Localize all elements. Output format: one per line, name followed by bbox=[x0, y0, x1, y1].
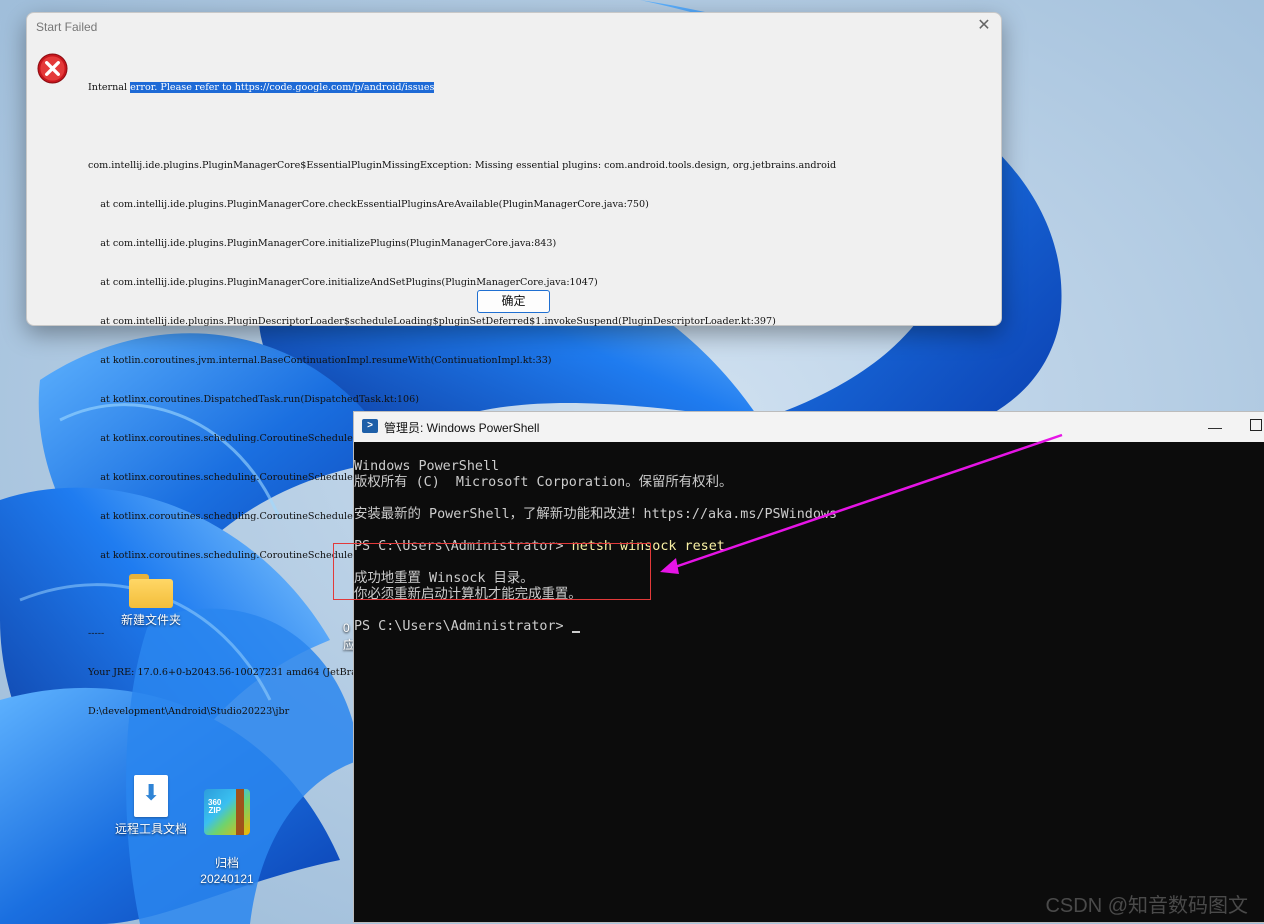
console-prompt: PS C:\Users\Administrator> bbox=[354, 539, 572, 554]
console-line: 版权所有 (C) Microsoft Corporation。保留所有权利。 bbox=[354, 475, 733, 490]
console-line: 安装最新的 PowerShell，了解新功能和改进！https://aka.ms… bbox=[354, 507, 838, 522]
stack-line: at com.intellij.ide.plugins.PluginManage… bbox=[88, 199, 649, 210]
console-command: netsh winsock reset bbox=[571, 539, 725, 554]
powershell-icon: > bbox=[362, 419, 378, 433]
error-icon bbox=[37, 53, 68, 84]
download-document-icon: ⬇ bbox=[134, 775, 168, 817]
start-failed-dialog: Start Failed ✕ Internal error. Please re… bbox=[26, 12, 1002, 717]
console-line: 成功地重置 Winsock 目录。 bbox=[354, 571, 534, 586]
window-title: 管理员: Windows PowerShell bbox=[384, 421, 540, 435]
stack-line: at com.intellij.ide.plugins.PluginDescri… bbox=[88, 316, 776, 327]
console-output[interactable]: Windows PowerShell 版权所有 (C) Microsoft Cor… bbox=[354, 443, 1264, 921]
console-prompt: PS C:\Users\Administrator> bbox=[354, 619, 572, 634]
close-icon[interactable]: ✕ bbox=[975, 17, 993, 35]
stack-line: at com.intellij.ide.plugins.PluginManage… bbox=[88, 238, 557, 249]
watermark: CSDN @知音数码图文 bbox=[1045, 895, 1248, 917]
selected-text[interactable]: error. Please refer to https://code.goog… bbox=[130, 82, 435, 93]
text-cursor bbox=[571, 631, 580, 633]
stack-line: at com.intellij.ide.plugins.PluginManage… bbox=[88, 277, 598, 288]
dialog-title: Start Failed bbox=[36, 20, 98, 34]
stack-line: at kotlinx.coroutines.DispatchedTask.run… bbox=[88, 394, 419, 405]
zip-archive-icon: 360 ZIP bbox=[204, 789, 250, 835]
console-line: 你必须重新启动计算机才能完成重置。 bbox=[354, 587, 582, 602]
console-line: Windows PowerShell bbox=[354, 459, 500, 474]
powershell-window: > 管理员: Windows PowerShell — Windows Powe… bbox=[353, 411, 1264, 923]
maximize-button[interactable] bbox=[1250, 419, 1262, 431]
ok-button[interactable]: 确定 bbox=[477, 290, 550, 313]
stack-line: at kotlin.coroutines.jvm.internal.BaseCo… bbox=[88, 355, 552, 366]
message-prefix: Internal bbox=[88, 82, 131, 93]
desktop-icon-label: 归档 20240121 bbox=[200, 856, 254, 886]
minimize-button[interactable]: — bbox=[1204, 416, 1226, 438]
desktop-icon-archive[interactable]: 360 ZIP 归档 20240121 bbox=[182, 773, 272, 903]
stack-line: com.intellij.ide.plugins.PluginManagerCo… bbox=[88, 160, 837, 171]
title-bar[interactable]: > 管理员: Windows PowerShell — bbox=[354, 412, 1264, 442]
